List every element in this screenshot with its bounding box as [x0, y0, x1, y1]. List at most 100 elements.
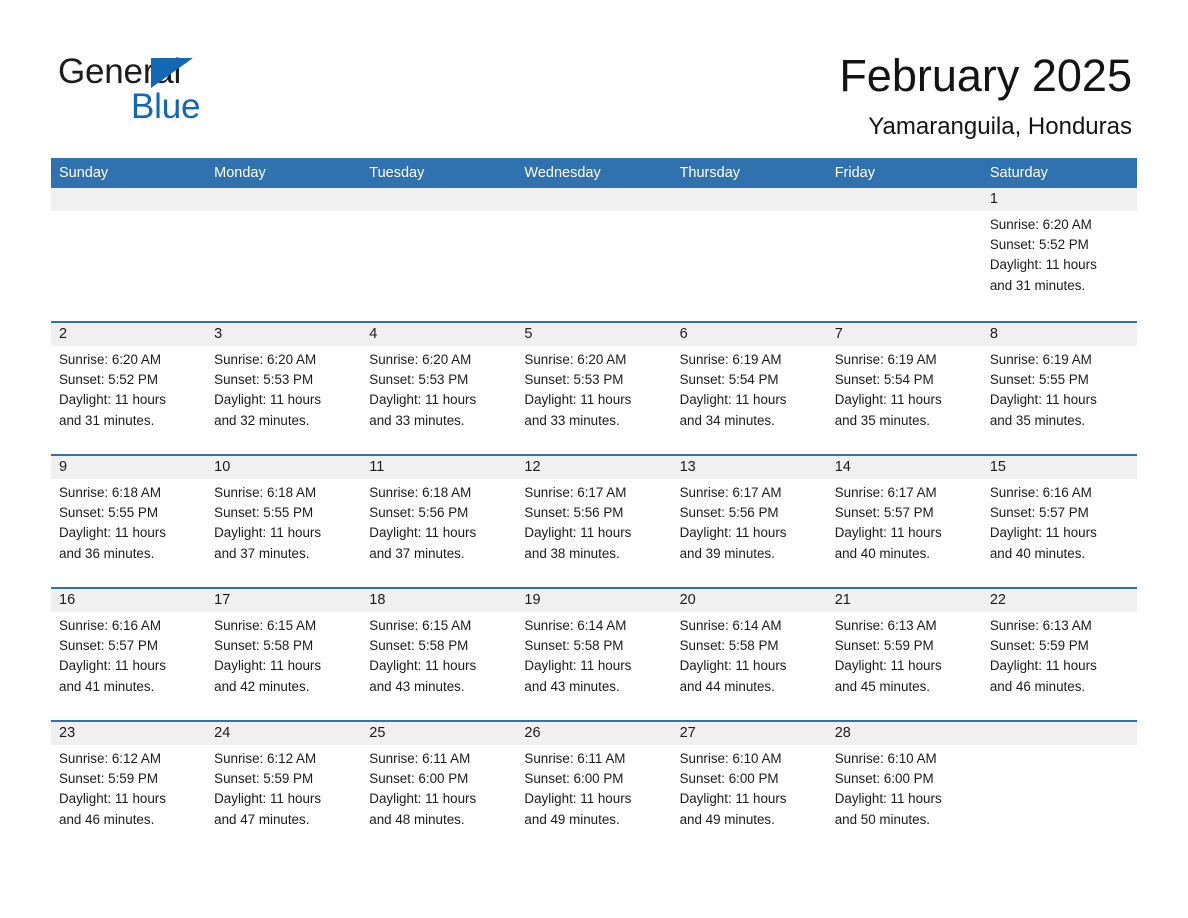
- day-cell[interactable]: 17 Sunrise: 6:15 AM Sunset: 5:58 PM Dayl…: [206, 589, 361, 720]
- day-number: 2: [59, 326, 68, 342]
- day-number: 1: [989, 191, 998, 207]
- day-cell[interactable]: [827, 188, 982, 321]
- day-cell[interactable]: [206, 188, 361, 321]
- day-cell[interactable]: 15 Sunrise: 6:16 AM Sunset: 5:57 PM Dayl…: [982, 456, 1137, 587]
- sunrise-text: Sunrise: 6:19 AM: [989, 352, 1092, 367]
- day-number: 18: [369, 592, 386, 608]
- sunset-text: Sunset: 5:53 PM: [369, 372, 469, 388]
- sunrise-text: Sunrise: 6:13 AM: [834, 618, 937, 633]
- day-cell[interactable]: [672, 188, 827, 321]
- day-number: 3: [214, 326, 223, 342]
- day-info: Sunrise: 6:20 AM Sunset: 5:52 PM Dayligh…: [990, 215, 1129, 296]
- sunset-text: Sunset: 5:59 PM: [59, 771, 158, 787]
- logo-triangle-icon: [151, 58, 193, 88]
- day-cell[interactable]: 2 Sunrise: 6:20 AM Sunset: 5:52 PM Dayli…: [51, 323, 206, 454]
- sunset-text: Sunset: 5:59 PM: [834, 638, 934, 654]
- sunrise-text: Sunrise: 6:10 AM: [679, 751, 782, 766]
- day-cell[interactable]: 21 Sunrise: 6:13 AM Sunset: 5:59 PM Dayl…: [827, 589, 982, 720]
- day-cell[interactable]: 5 Sunrise: 6:20 AM Sunset: 5:53 PM Dayli…: [516, 323, 671, 454]
- daylight-text-line2: and 46 minutes.: [989, 678, 1086, 694]
- day-info: Sunrise: 6:12 AM Sunset: 5:59 PM Dayligh…: [214, 749, 353, 830]
- day-number: 9: [59, 459, 68, 475]
- day-number: 5: [524, 326, 533, 342]
- day-cell[interactable]: 26 Sunrise: 6:11 AM Sunset: 6:00 PM Dayl…: [516, 722, 671, 853]
- sunset-text: Sunset: 5:52 PM: [59, 372, 158, 388]
- day-cell[interactable]: 25 Sunrise: 6:11 AM Sunset: 6:00 PM Dayl…: [361, 722, 516, 853]
- sunset-text: Sunset: 5:54 PM: [834, 372, 934, 388]
- daylight-text-line1: Daylight: 11 hours: [59, 392, 166, 408]
- sunset-text: Sunset: 5:54 PM: [679, 372, 779, 388]
- daylight-text-line2: and 39 minutes.: [679, 545, 775, 561]
- day-cell[interactable]: 9 Sunrise: 6:18 AM Sunset: 5:55 PM Dayli…: [51, 456, 206, 587]
- weekday-header-saturday: Saturday: [989, 165, 1048, 181]
- day-cell[interactable]: 24 Sunrise: 6:12 AM Sunset: 5:59 PM Dayl…: [206, 722, 361, 853]
- daylight-text-line1: Daylight: 11 hours: [679, 658, 787, 674]
- daylight-text-line1: Daylight: 11 hours: [834, 392, 942, 408]
- day-cell[interactable]: 16 Sunrise: 6:16 AM Sunset: 5:57 PM Dayl…: [51, 589, 206, 720]
- day-cell[interactable]: 27 Sunrise: 6:10 AM Sunset: 6:00 PM Dayl…: [672, 722, 827, 853]
- sunset-text: Sunset: 5:55 PM: [989, 372, 1089, 388]
- day-cell[interactable]: 6 Sunrise: 6:19 AM Sunset: 5:54 PM Dayli…: [672, 323, 827, 454]
- day-cell[interactable]: 1 Sunrise: 6:20 AM Sunset: 5:52 PM Dayli…: [982, 188, 1137, 321]
- day-number: 15: [989, 459, 1006, 475]
- day-cell[interactable]: 28 Sunrise: 6:10 AM Sunset: 6:00 PM Dayl…: [827, 722, 982, 853]
- sunset-text: Sunset: 5:55 PM: [59, 505, 158, 521]
- daylight-text-line1: Daylight: 11 hours: [834, 791, 942, 807]
- day-cell[interactable]: 12 Sunrise: 6:17 AM Sunset: 5:56 PM Dayl…: [516, 456, 671, 587]
- daylight-text-line1: Daylight: 11 hours: [834, 525, 942, 541]
- sunrise-text: Sunrise: 6:12 AM: [59, 751, 161, 766]
- daylight-text-line2: and 31 minutes.: [989, 277, 1086, 293]
- day-info: Sunrise: 6:17 AM Sunset: 5:56 PM Dayligh…: [524, 483, 663, 564]
- sunset-text: Sunset: 5:58 PM: [524, 638, 624, 654]
- day-cell[interactable]: 3 Sunrise: 6:20 AM Sunset: 5:53 PM Dayli…: [206, 323, 361, 454]
- sunrise-text: Sunrise: 6:11 AM: [369, 751, 471, 766]
- day-number: 22: [989, 592, 1006, 608]
- day-info: Sunrise: 6:15 AM Sunset: 5:58 PM Dayligh…: [214, 616, 353, 697]
- day-cell[interactable]: [51, 188, 206, 321]
- day-cell[interactable]: [982, 722, 1137, 853]
- sunrise-text: Sunrise: 6:13 AM: [989, 618, 1092, 633]
- day-cell[interactable]: 10 Sunrise: 6:18 AM Sunset: 5:55 PM Dayl…: [206, 456, 361, 587]
- day-cell[interactable]: 4 Sunrise: 6:20 AM Sunset: 5:53 PM Dayli…: [361, 323, 516, 454]
- daylight-text-line2: and 45 minutes.: [834, 678, 930, 694]
- day-cell[interactable]: 8 Sunrise: 6:19 AM Sunset: 5:55 PM Dayli…: [982, 323, 1137, 454]
- daylight-text-line1: Daylight: 11 hours: [369, 392, 477, 408]
- weekday-header-monday: Monday: [214, 165, 266, 181]
- day-cell[interactable]: [361, 188, 516, 321]
- day-number: 28: [834, 725, 851, 741]
- sunrise-text: Sunrise: 6:18 AM: [214, 485, 317, 500]
- day-cell[interactable]: 20 Sunrise: 6:14 AM Sunset: 5:58 PM Dayl…: [672, 589, 827, 720]
- day-cell[interactable]: 23 Sunrise: 6:12 AM Sunset: 5:59 PM Dayl…: [51, 722, 206, 853]
- day-info: Sunrise: 6:16 AM Sunset: 5:57 PM Dayligh…: [59, 616, 198, 697]
- day-cell[interactable]: 19 Sunrise: 6:14 AM Sunset: 5:58 PM Dayl…: [516, 589, 671, 720]
- daylight-text-line2: and 33 minutes.: [524, 412, 620, 428]
- daylight-text-line1: Daylight: 11 hours: [214, 658, 322, 674]
- day-info: Sunrise: 6:20 AM Sunset: 5:53 PM Dayligh…: [369, 350, 508, 431]
- day-cell[interactable]: 22 Sunrise: 6:13 AM Sunset: 5:59 PM Dayl…: [982, 589, 1137, 720]
- day-cell[interactable]: 18 Sunrise: 6:15 AM Sunset: 5:58 PM Dayl…: [361, 589, 516, 720]
- daylight-text-line1: Daylight: 11 hours: [524, 658, 632, 674]
- logo-text-blue: Blue: [131, 87, 201, 126]
- daylight-text-line1: Daylight: 11 hours: [989, 525, 1097, 541]
- sunrise-text: Sunrise: 6:10 AM: [834, 751, 937, 766]
- day-cell[interactable]: 13 Sunrise: 6:17 AM Sunset: 5:56 PM Dayl…: [672, 456, 827, 587]
- sunset-text: Sunset: 5:59 PM: [214, 771, 314, 787]
- day-cell[interactable]: 14 Sunrise: 6:17 AM Sunset: 5:57 PM Dayl…: [827, 456, 982, 587]
- sunset-text: Sunset: 5:53 PM: [214, 372, 314, 388]
- page-subtitle: Yamaranguila, Honduras: [868, 113, 1132, 140]
- week-row: 23 Sunrise: 6:12 AM Sunset: 5:59 PM Dayl…: [51, 720, 1137, 853]
- daylight-text-line2: and 36 minutes.: [59, 545, 155, 561]
- day-number: 10: [214, 459, 231, 475]
- title-block: February 2025 Yamaranguila, Honduras: [839, 50, 1132, 141]
- sunrise-text: Sunrise: 6:19 AM: [679, 352, 782, 367]
- daylight-text-line1: Daylight: 11 hours: [679, 525, 787, 541]
- day-info: Sunrise: 6:14 AM Sunset: 5:58 PM Dayligh…: [680, 616, 819, 697]
- daylight-text-line2: and 44 minutes.: [679, 678, 775, 694]
- day-cell[interactable]: 7 Sunrise: 6:19 AM Sunset: 5:54 PM Dayli…: [827, 323, 982, 454]
- day-cell[interactable]: 11 Sunrise: 6:18 AM Sunset: 5:56 PM Dayl…: [361, 456, 516, 587]
- day-info: Sunrise: 6:12 AM Sunset: 5:59 PM Dayligh…: [59, 749, 198, 830]
- day-cell[interactable]: [516, 188, 671, 321]
- daylight-text-line1: Daylight: 11 hours: [989, 658, 1097, 674]
- day-number: 20: [679, 592, 696, 608]
- generalblue-logo[interactable]: General Blue: [58, 52, 318, 132]
